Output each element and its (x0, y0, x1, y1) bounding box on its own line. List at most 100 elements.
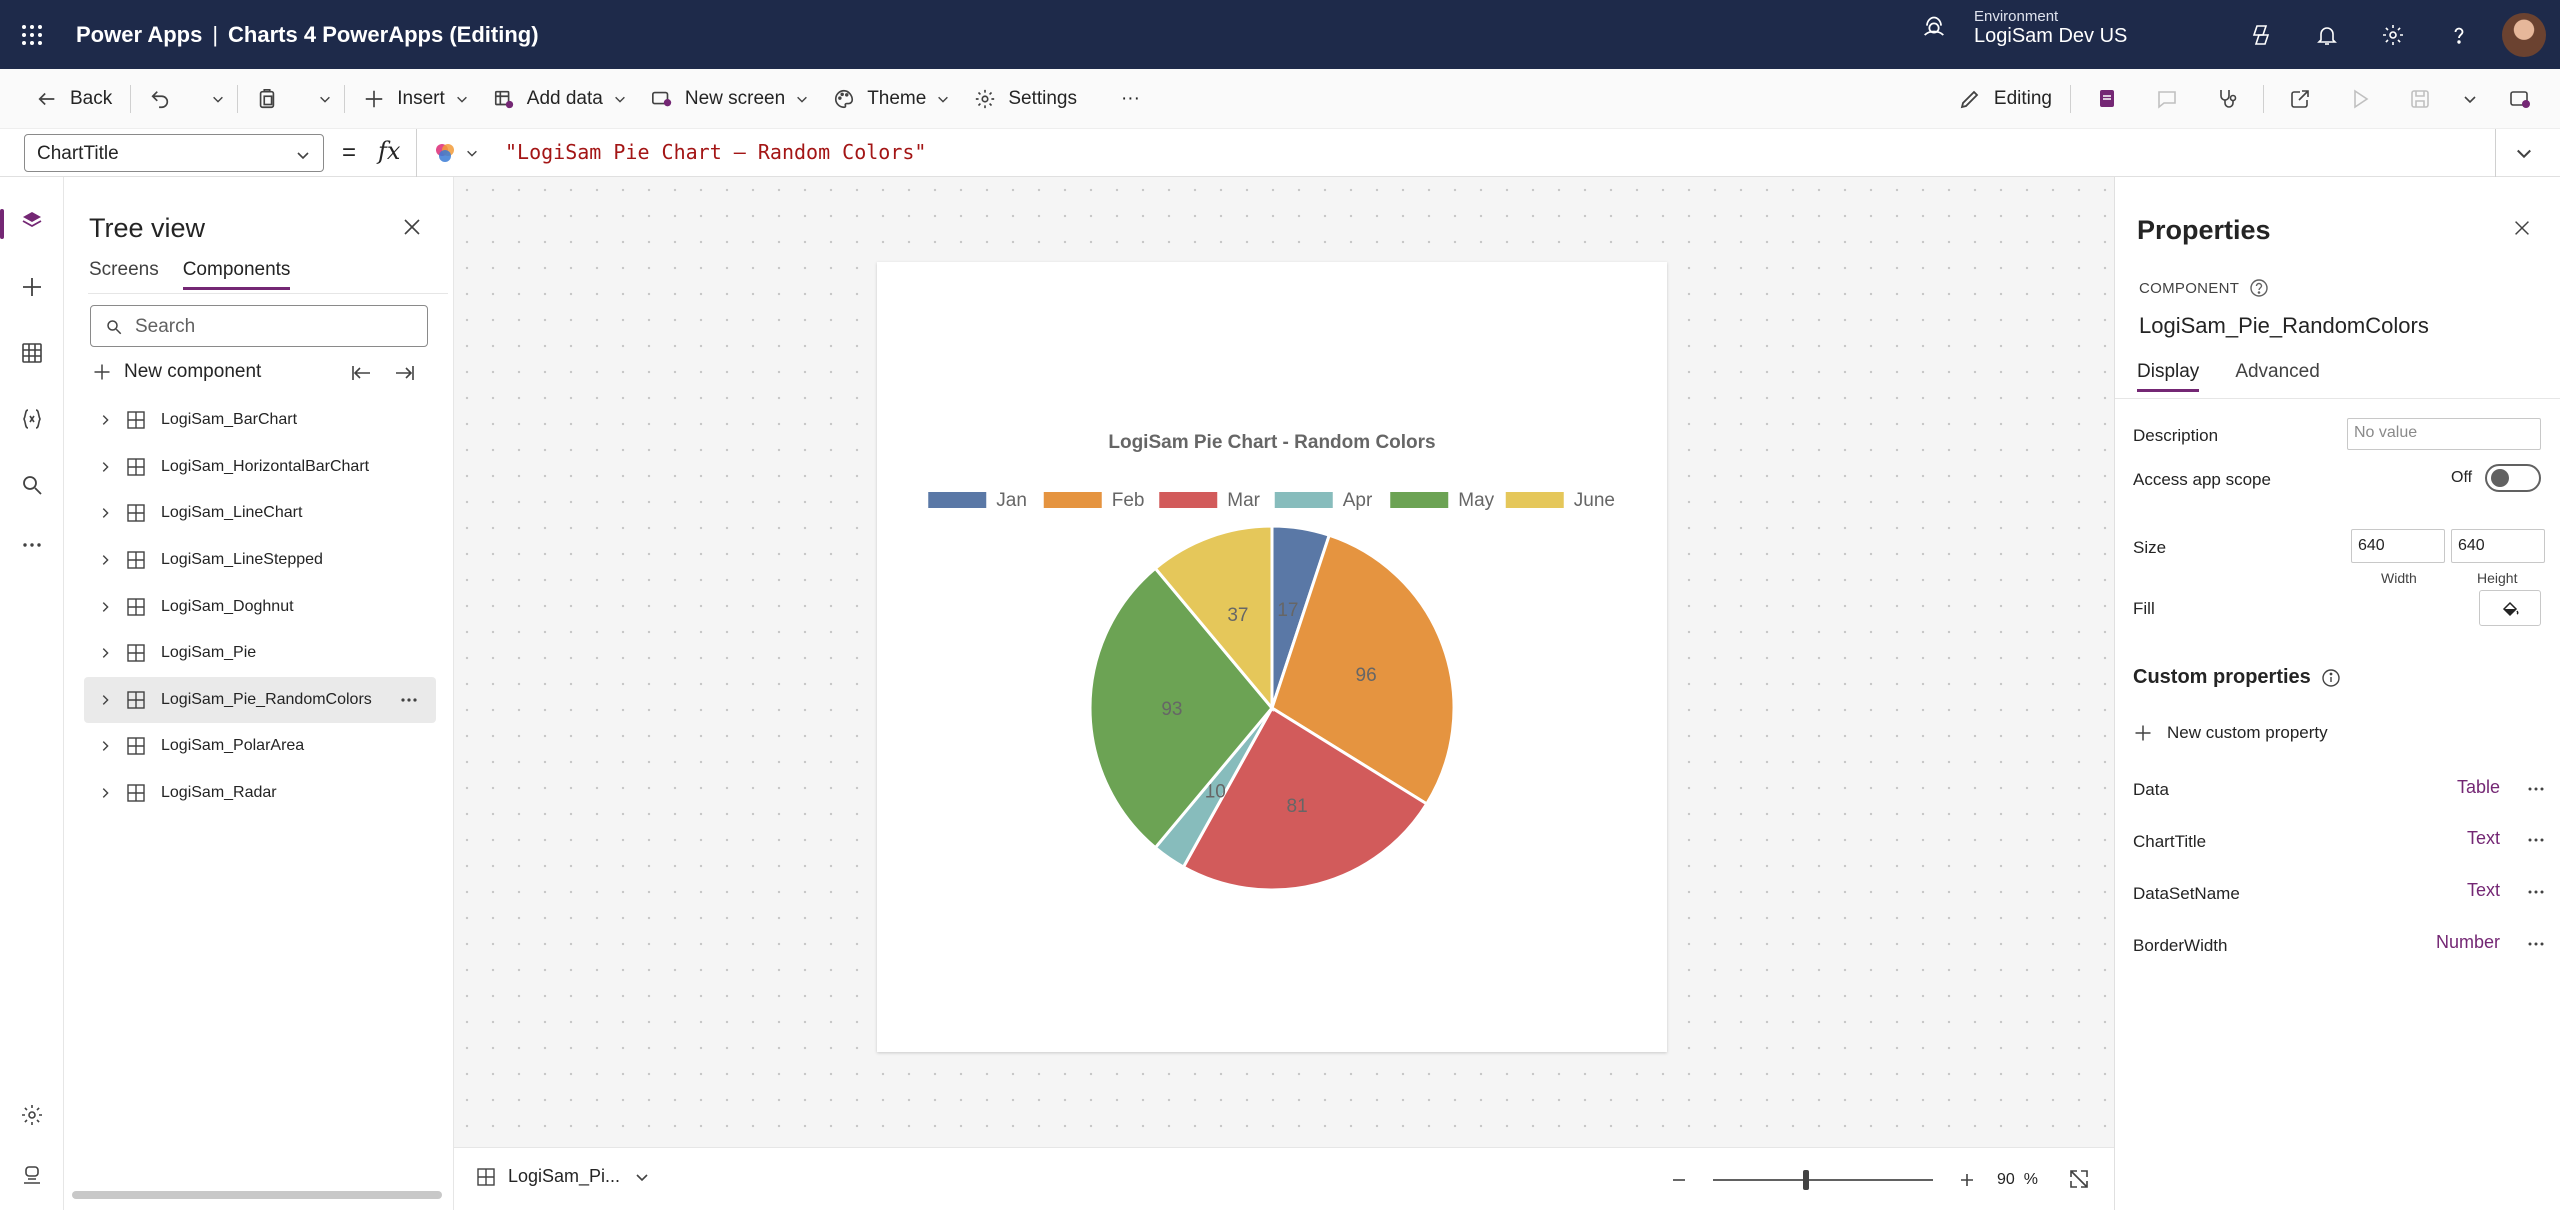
virtual-agent-icon[interactable] (0, 1147, 64, 1203)
fit-to-window-icon[interactable] (2068, 1168, 2090, 1190)
height-input[interactable]: 640 (2451, 529, 2545, 563)
tab-components[interactable]: Components (182, 259, 291, 290)
save-icon[interactable] (2390, 69, 2450, 129)
play-icon[interactable] (2330, 69, 2390, 129)
more-icon[interactable] (398, 689, 420, 711)
tree-item[interactable]: LogiSam_LineStepped (84, 537, 436, 584)
new-screen-label: New screen (684, 87, 786, 109)
new-component-button[interactable]: New component (92, 355, 261, 389)
canvas[interactable]: LogiSam Pie Chart - Random Colors Jan Feb M… (454, 177, 2114, 1147)
data-icon[interactable] (0, 325, 64, 381)
custom-prop-type[interactable]: Text (2467, 828, 2500, 849)
tree-item[interactable]: LogiSam_PolarArea (84, 723, 436, 770)
custom-prop-type[interactable]: Table (2457, 777, 2500, 798)
paste-button[interactable] (244, 77, 302, 121)
chevron-right-icon[interactable] (98, 460, 112, 474)
close-icon[interactable] (400, 215, 424, 239)
tree-search[interactable] (90, 305, 428, 347)
chevron-right-icon[interactable] (98, 786, 112, 800)
chevron-right-icon[interactable] (98, 413, 112, 427)
more-icon[interactable] (2525, 779, 2547, 799)
fill-color-button[interactable] (2479, 590, 2541, 626)
property-dropdown[interactable]: ChartTitle (24, 134, 324, 172)
undo-menu-button[interactable] (195, 77, 231, 121)
tab-display[interactable]: Display (2137, 361, 2200, 392)
more-icon[interactable] (2525, 934, 2547, 954)
more-icon[interactable] (2525, 882, 2547, 902)
search-input[interactable] (135, 314, 415, 340)
formula-input[interactable]: "LogiSam Pie Chart – Random Colors" (416, 129, 2496, 177)
new-custom-property-button[interactable]: New custom property (2133, 723, 2328, 743)
tab-advanced[interactable]: Advanced (2235, 361, 2320, 392)
close-icon[interactable] (2511, 217, 2533, 239)
save-menu-chevron-icon[interactable] (2450, 69, 2490, 129)
chevron-down-icon[interactable] (465, 146, 479, 160)
bell-icon[interactable] (2294, 0, 2360, 69)
more-commands-button[interactable]: ··· (1109, 77, 1152, 121)
editing-mode-button[interactable]: Editing (1946, 77, 2064, 121)
help-icon[interactable] (2249, 278, 2269, 298)
search-icon[interactable] (0, 457, 64, 513)
chevron-right-icon[interactable] (98, 739, 112, 753)
app-launcher-icon[interactable] (0, 0, 64, 69)
variables-icon[interactable] (0, 391, 64, 447)
expand-formula-icon[interactable] (2514, 143, 2534, 163)
insert-icon[interactable] (0, 259, 64, 315)
zoom-slider[interactable] (1713, 1170, 1933, 1190)
comments-icon[interactable] (2137, 69, 2197, 129)
add-data-button[interactable]: Add data (481, 77, 639, 121)
tree-item[interactable]: LogiSam_LineChart (84, 490, 436, 537)
paste-menu-button[interactable] (302, 77, 338, 121)
width-input[interactable]: 640 (2351, 529, 2445, 563)
app-checker-icon[interactable] (2077, 69, 2137, 129)
share-icon[interactable] (2270, 69, 2330, 129)
horizontal-scrollbar[interactable] (72, 1191, 442, 1199)
help-icon[interactable] (2426, 0, 2492, 69)
description-input[interactable]: No value (2347, 418, 2541, 450)
product-name[interactable]: Power Apps (76, 22, 202, 47)
zoom-slider-thumb[interactable] (1802, 1170, 1809, 1190)
tab-screens[interactable]: Screens (89, 259, 159, 290)
chevron-right-icon[interactable] (98, 506, 112, 520)
chevron-right-icon[interactable] (98, 693, 112, 707)
settings-icon[interactable] (0, 1087, 64, 1143)
more-icon[interactable] (2525, 830, 2547, 850)
zoom-in-icon[interactable] (1957, 1170, 1977, 1190)
component-icon (127, 644, 145, 662)
tree-view-icon[interactable] (0, 193, 64, 249)
formula-text[interactable]: "LogiSam Pie Chart – Random Colors" (505, 140, 926, 164)
info-icon[interactable] (2321, 668, 2341, 688)
environment-picker[interactable]: Environment LogiSam Dev US (1920, 8, 2127, 48)
tree-item[interactable]: LogiSam_Pie_RandomColors (84, 676, 436, 724)
copilot-icon[interactable] (433, 141, 457, 165)
access-scope-toggle[interactable] (2485, 464, 2541, 492)
more-icon[interactable] (0, 517, 64, 573)
fx-icon[interactable]: fx (378, 137, 400, 165)
screen-selector[interactable]: LogiSam_Pi... (476, 1166, 650, 1187)
health-check-icon[interactable] (2197, 69, 2257, 129)
custom-prop-type[interactable]: Number (2436, 932, 2500, 953)
tree-item[interactable]: LogiSam_Pie (84, 630, 436, 677)
insert-button[interactable]: Insert (351, 77, 481, 121)
settings-button[interactable]: Settings (962, 77, 1089, 121)
undo-button[interactable] (137, 77, 195, 121)
component-preview[interactable]: LogiSam Pie Chart - Random Colors Jan Feb M… (877, 262, 1667, 1052)
back-button[interactable]: Back (24, 77, 124, 121)
theme-button[interactable]: Theme (821, 77, 962, 121)
new-screen-button[interactable]: New screen (639, 77, 821, 121)
chevron-right-icon[interactable] (98, 646, 112, 660)
gear-icon[interactable] (2360, 0, 2426, 69)
collapse-all-icon[interactable] (350, 362, 374, 384)
avatar[interactable] (2502, 12, 2546, 57)
zoom-out-icon[interactable] (1669, 1170, 1689, 1190)
tree-item[interactable]: LogiSam_HorizontalBarChart (84, 444, 436, 491)
tree-item[interactable]: LogiSam_Doghnut (84, 583, 436, 630)
tree-item[interactable]: LogiSam_BarChart (84, 397, 436, 444)
tree-item[interactable]: LogiSam_Radar (84, 770, 436, 817)
chevron-right-icon[interactable] (98, 553, 112, 567)
chevron-right-icon[interactable] (98, 600, 112, 614)
expand-all-icon[interactable] (392, 362, 416, 384)
publish-icon[interactable] (2490, 69, 2550, 129)
custom-prop-type[interactable]: Text (2467, 880, 2500, 901)
copilot-icon[interactable] (2228, 0, 2294, 69)
